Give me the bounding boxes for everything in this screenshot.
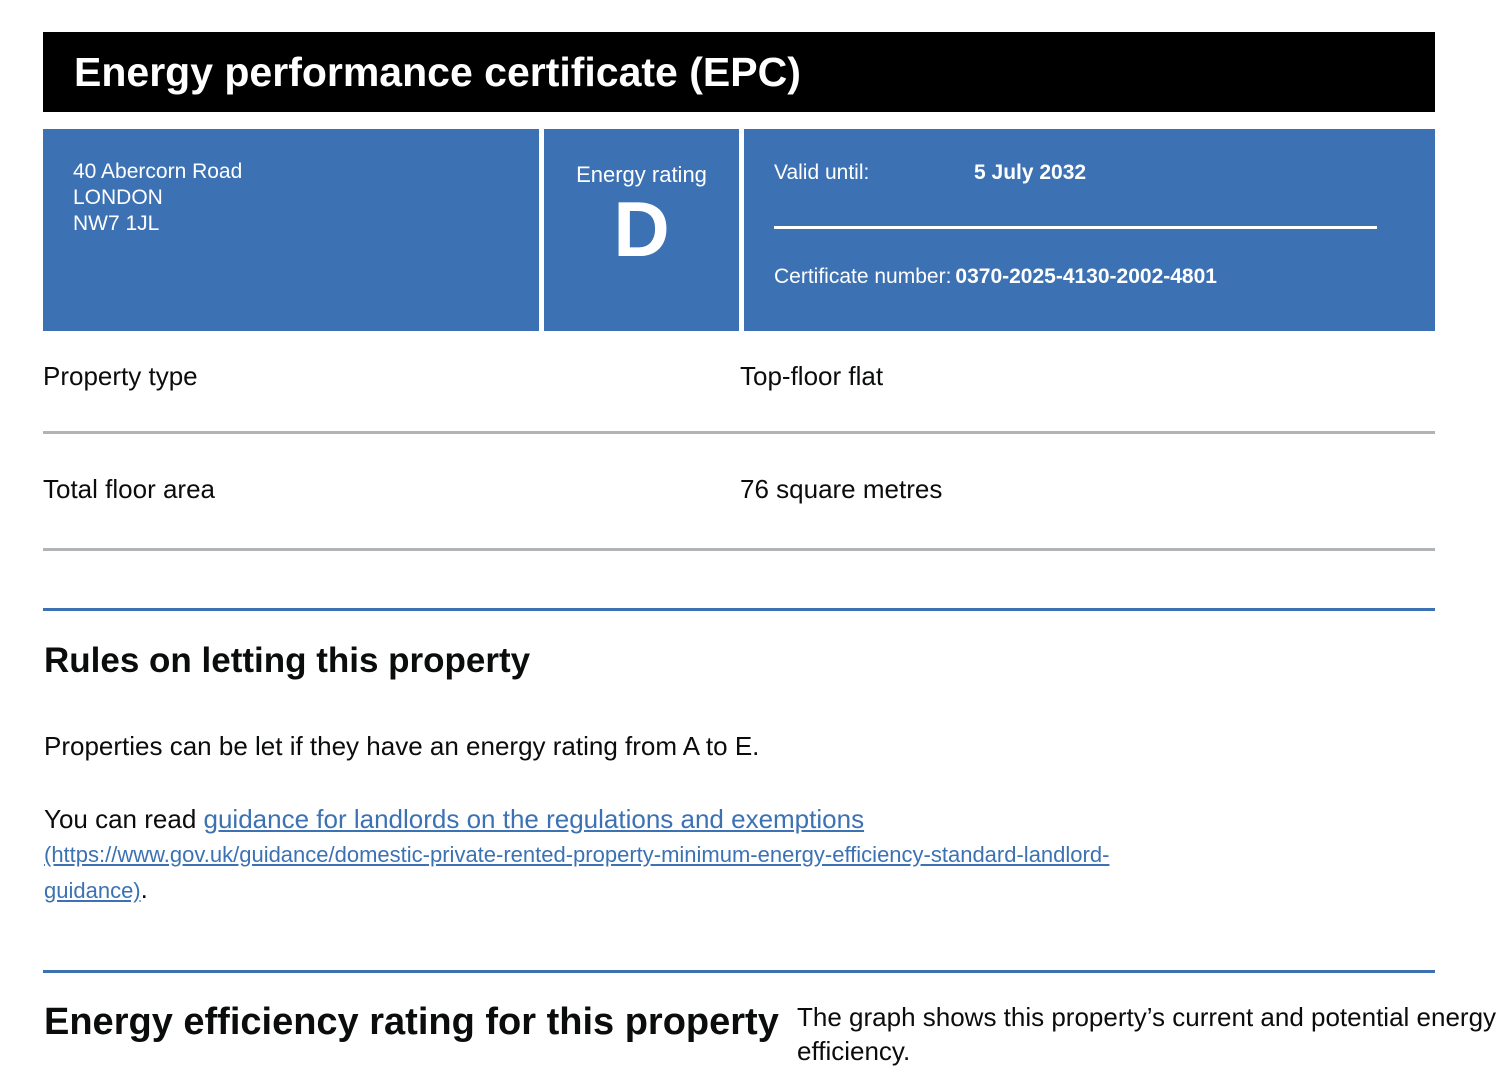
validity-divider	[774, 226, 1377, 229]
landlord-guidance-text: You can read guidance for landlords on t…	[44, 802, 1109, 908]
valid-until-date: 5 July 2032	[974, 161, 1087, 184]
address-postcode: NW7 1JL	[73, 212, 160, 235]
certificate-summary: 40 Abercorn Road LONDON NW7 1JL Energy r…	[43, 129, 1435, 331]
property-type-row: Property type Top-floor flat	[43, 332, 1435, 434]
guidance-suffix: .	[140, 874, 148, 904]
landlord-guidance-link[interactable]: guidance for landlords on the regulation…	[44, 804, 1109, 904]
certificate-number-row: Certificate number: 0370-2025-4130-2002-4…	[774, 264, 1217, 290]
certificate-number-label: Certificate number:	[774, 265, 952, 288]
efficiency-intro: The graph shows this property’s current …	[797, 1002, 1497, 1066]
floor-area-value: 76 square metres	[740, 474, 943, 504]
property-type-label: Property type	[43, 361, 198, 391]
efficiency-heading: Energy efficiency rating for this proper…	[44, 1001, 779, 1043]
guidance-prefix: You can read	[44, 804, 204, 834]
address-line-1: 40 Abercorn Road	[73, 160, 243, 183]
valid-until-label: Valid until:	[774, 161, 870, 184]
guidance-link-text: guidance for landlords on the regulation…	[203, 804, 865, 834]
address-panel: 40 Abercorn Road LONDON NW7 1JL	[43, 129, 539, 331]
property-type-value: Top-floor flat	[740, 361, 884, 391]
energy-rating-panel: Energy rating D	[544, 129, 739, 331]
section-divider-2	[43, 970, 1435, 973]
letting-rules-heading: Rules on letting this property	[44, 641, 531, 680]
floor-area-label: Total floor area	[43, 474, 215, 504]
address-line-2: LONDON	[73, 186, 163, 209]
page-header: Energy performance certificate (EPC)	[43, 32, 1435, 112]
energy-rating-letter: D	[613, 185, 670, 273]
guidance-link-url-line-1: (https://www.gov.uk/guidance/domestic-pr…	[44, 842, 1110, 867]
letting-rules-text: Properties can be let if they have an en…	[44, 731, 760, 761]
guidance-link-url-line-2: guidance)	[44, 878, 141, 903]
validity-panel: Valid until: 5 July 2032 Certificate num…	[744, 129, 1435, 331]
certificate-number: 0370-2025-4130-2002-4801	[955, 265, 1217, 288]
section-divider	[43, 608, 1435, 611]
page-title: Energy performance certificate (EPC)	[74, 49, 801, 95]
floor-area-row: Total floor area 76 square metres	[43, 434, 1435, 551]
